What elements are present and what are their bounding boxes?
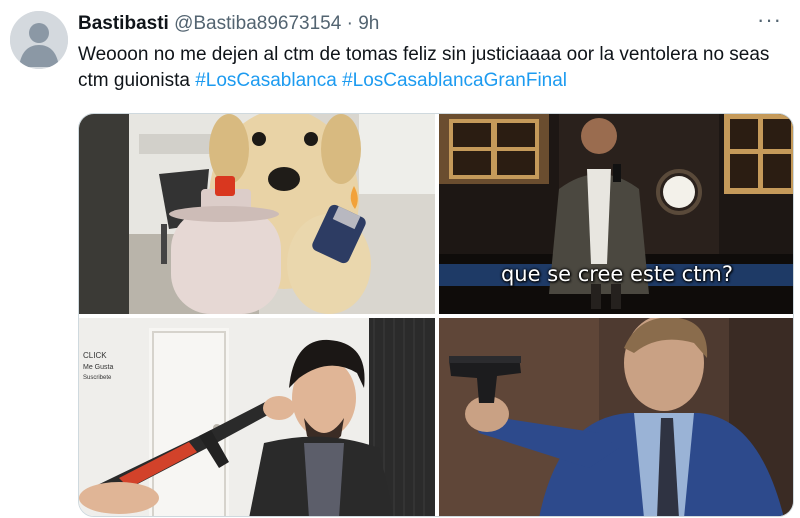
default-avatar-icon [10, 11, 68, 69]
sign-line-1: CLICK [83, 351, 107, 360]
media-grid: que se cree este ctm? CLICK Me Gusta Sus… [78, 113, 794, 517]
author-handle[interactable]: @Bastiba89673154 [174, 13, 341, 34]
author-name[interactable]: Bastibasti [78, 13, 169, 34]
hashtag-link[interactable]: #LosCasablanca [195, 70, 337, 91]
man-pistol-image [439, 318, 793, 516]
man-shotgun-image: CLICK Me Gusta Suscribete [79, 318, 435, 516]
tweet-header: Bastibasti @Bastiba89673154 · 9h [78, 12, 780, 36]
avatar[interactable] [10, 11, 68, 69]
media-image-2[interactable]: que se cree este ctm? [439, 114, 793, 314]
more-options-icon[interactable]: ··· [757, 9, 782, 31]
tweet-timestamp[interactable]: 9h [358, 13, 379, 34]
separator-dot: · [346, 13, 353, 34]
sign-line-3: Suscribete [83, 375, 112, 381]
media-image-4[interactable] [439, 318, 793, 516]
media-image-1[interactable] [79, 114, 435, 314]
hashtag-link[interactable]: #LosCasablancaGranFinal [342, 70, 567, 91]
sign-line-2: Me Gusta [83, 364, 113, 371]
dog-gas-tank-image [79, 114, 435, 314]
meme-caption: que se cree este ctm? [500, 262, 734, 286]
tweet-text: Weooon no me dejen al ctm de tomas feliz… [78, 42, 778, 94]
media-image-3[interactable]: CLICK Me Gusta Suscribete [79, 318, 435, 516]
